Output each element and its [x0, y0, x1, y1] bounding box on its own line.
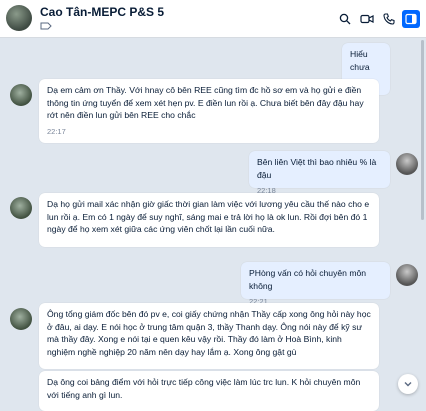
message-text: Bên liên Việt thì bao nhiêu % là đậu	[257, 157, 377, 180]
my-avatar[interactable]	[396, 264, 418, 286]
chevron-down-icon	[404, 382, 412, 387]
phone-icon[interactable]	[380, 10, 398, 28]
tag-icon[interactable]	[40, 22, 52, 30]
message-bubble-in[interactable]: Dạ em cảm ơn Thầy. Với hnay cô bên REE c…	[39, 79, 379, 143]
contact-message-avatar[interactable]	[10, 308, 32, 330]
contact-name[interactable]: Cao Tân-MEPC P&S 5	[40, 5, 164, 19]
contact-message-avatar[interactable]	[10, 197, 32, 219]
contact-avatar[interactable]	[6, 5, 32, 31]
message-time: 22:17	[47, 126, 66, 136]
message-text: Ông tổng giám đốc bên đó pv e, coi giấy …	[47, 309, 371, 357]
message-text: Dạ họ gửi mail xác nhận giờ giấc thời gi…	[47, 199, 370, 234]
message-bubble-out[interactable]: PHòng vấn có hỏi chuyên môn không 22:21	[241, 262, 390, 306]
scrollbar[interactable]	[421, 40, 424, 220]
search-icon[interactable]	[336, 10, 354, 28]
message-bubble-in[interactable]: Dạ ông coi bảng điểm với hỏi trực tiếp c…	[39, 371, 379, 411]
message-bubble-in[interactable]: Ông tổng giám đốc bên đó pv e, coi giấy …	[39, 303, 379, 369]
sidebar-toggle-icon[interactable]	[402, 10, 420, 28]
contact-message-avatar[interactable]	[10, 84, 32, 106]
message-text: Dạ em cảm ơn Thầy. Với hnay cô bên REE c…	[47, 85, 364, 120]
chat-header: Cao Tân-MEPC P&S 5	[0, 0, 426, 38]
message-text: Hiểu chưa	[350, 49, 370, 72]
my-avatar[interactable]	[396, 153, 418, 175]
message-list[interactable]: Hiểu chưa 22:16 Dạ em cảm ơn Thầy. Với h…	[0, 38, 426, 411]
scroll-to-bottom-button[interactable]	[398, 374, 418, 394]
message-bubble-out[interactable]: Bên liên Việt thì bao nhiêu % là đậu 22:…	[249, 151, 390, 195]
message-text: PHòng vấn có hỏi chuyên môn không	[249, 268, 367, 291]
message-bubble-in[interactable]: Dạ họ gửi mail xác nhận giờ giấc thời gi…	[39, 193, 379, 247]
message-text: Dạ ông coi bảng điểm với hỏi trực tiếp c…	[47, 377, 361, 400]
video-call-icon[interactable]	[358, 10, 376, 28]
